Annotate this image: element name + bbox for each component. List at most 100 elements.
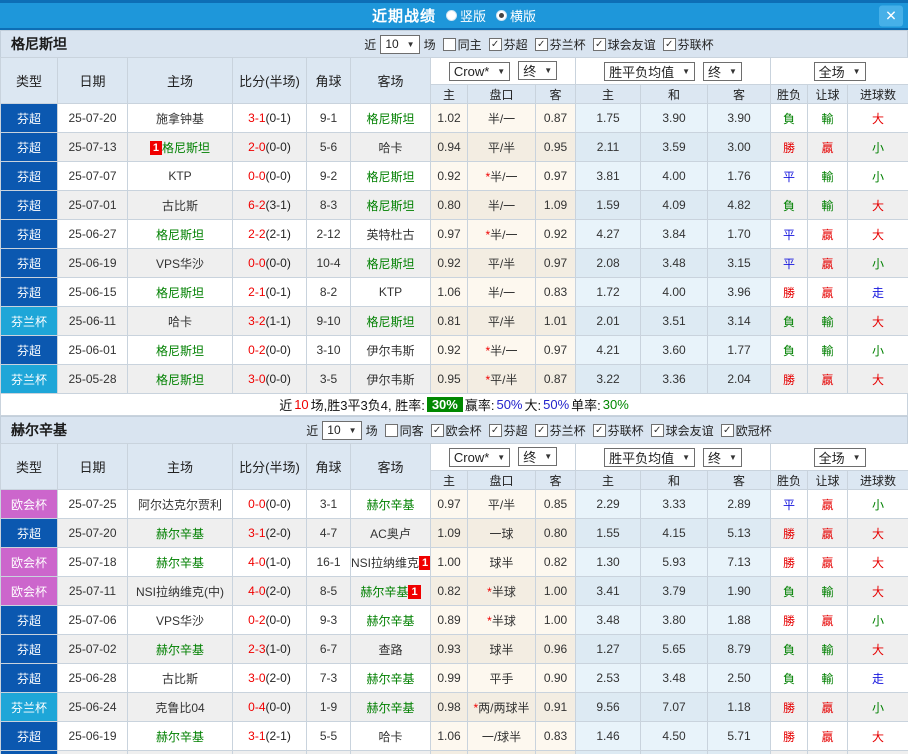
avg-draw: 4.00 <box>640 277 709 307</box>
bookmaker-select-value: Crow* <box>453 64 490 79</box>
away-team: 格尼斯坦 <box>350 248 431 278</box>
result-handicap: 輸 <box>807 161 849 191</box>
avg-win: 1.72 <box>575 277 642 307</box>
away-team: NSI拉纳维克 1 <box>350 547 431 577</box>
result-win-lose: 負 <box>770 190 809 220</box>
away-odds: 0.96 <box>534 634 577 664</box>
avg-win: 1.30 <box>575 547 642 577</box>
away-odds: 0.90 <box>534 663 577 693</box>
match-date: 25-06-11 <box>57 306 128 336</box>
result-win-lose: 負 <box>770 335 809 365</box>
league-checkbox[interactable] <box>488 423 502 437</box>
avg-lose: 3.14 <box>707 306 772 336</box>
same-venue-checkbox[interactable] <box>384 423 398 437</box>
final-odds-select[interactable]: 终 ▼ <box>518 447 558 466</box>
fulltime-score: 0-4 <box>248 700 266 714</box>
result-win-lose: 勝 <box>770 364 809 394</box>
home-odds: 1.06 <box>430 721 468 751</box>
radio-icon[interactable] <box>445 10 457 21</box>
result-goals: 走 <box>847 663 908 693</box>
handicap: 一/球半 <box>467 721 536 751</box>
avg-type-select[interactable]: 胜平负均值 ▼ <box>604 61 696 81</box>
fulltime-select[interactable]: 全场 ▼ <box>813 447 866 467</box>
match-date: 25-07-20 <box>57 518 128 548</box>
away-odds: 0.92 <box>534 219 577 249</box>
match-count-select[interactable]: 10 ▼ <box>322 420 362 440</box>
match-date: 25-07-13 <box>57 132 128 162</box>
corner-score: 1-9 <box>306 692 351 722</box>
avg-draw: 3.81 <box>640 750 709 754</box>
result-goals: 小 <box>847 335 908 365</box>
avg-draw: 5.93 <box>640 547 709 577</box>
home-odds: 0.97 <box>430 219 468 249</box>
away-team-name: 格尼斯坦 <box>366 169 415 184</box>
handicap: *平/半 <box>467 364 536 394</box>
handicap: *半球 <box>467 605 536 635</box>
match-score: 0-0(0-0) <box>232 489 307 519</box>
final-avg-select[interactable]: 终 ▼ <box>703 61 742 81</box>
away-team-name: 赫尔辛基 <box>366 613 415 628</box>
league-checkbox[interactable] <box>650 423 664 437</box>
win-rate-badge: 30% <box>426 397 463 412</box>
fulltime-select[interactable]: 全场 ▼ <box>813 61 866 81</box>
away-team: 查路 <box>350 634 431 664</box>
avg-lose: 1.88 <box>707 605 772 635</box>
league-checkbox[interactable] <box>534 37 548 51</box>
match-count-select[interactable]: 10 ▼ <box>380 34 420 54</box>
league-checkbox[interactable] <box>534 423 548 437</box>
radio-icon[interactable] <box>496 10 507 21</box>
league-checkbox[interactable] <box>662 37 676 51</box>
home-team-name: 赫尔辛基 <box>155 729 204 744</box>
result-goals: 大 <box>847 518 908 548</box>
fulltime-select-value: 全场 <box>818 450 845 466</box>
result-win-lose: 負 <box>770 663 809 693</box>
league-label: 欧冠杯 <box>735 423 772 438</box>
avg-type-select[interactable]: 胜平负均值 ▼ <box>604 447 696 467</box>
result-win-lose: 勝 <box>770 692 809 722</box>
match-row: 芬超 25-06-28 古比斯 3-0(2-0) 7-3 赫尔辛基 0.99 平手 0.90 2.… <box>0 663 908 693</box>
avg-lose: 1.90 <box>707 576 772 606</box>
league-checkbox[interactable] <box>488 37 502 51</box>
column-header-type: 类型 <box>0 57 58 104</box>
result-handicap: 贏 <box>807 547 849 577</box>
layout-radio-horizontal[interactable]: 横版 <box>496 6 536 25</box>
bookmaker-select[interactable]: Crow* ▼ <box>448 62 511 81</box>
result-goals: 走 <box>847 277 908 307</box>
final-avg-select[interactable]: 终 ▼ <box>703 447 742 467</box>
layout-radio-vertical[interactable]: 竖版 <box>445 6 486 25</box>
column-header-avg-draw: 和 <box>640 84 709 104</box>
section-header: 赫尔辛基 近 10 ▼ 场 同客 欧会杯 芬超 芬兰杯 芬联杯 球会友谊 欧冠杯 <box>0 416 908 443</box>
halftime-score: (2-1) <box>265 227 291 241</box>
halftime-score: (2-0) <box>265 526 291 540</box>
league-type-badge: 芬超 <box>0 721 58 751</box>
away-team-name: 赫尔辛基 <box>366 700 415 715</box>
home-odds: 0.94 <box>430 132 468 162</box>
league-type-badge: 芬超 <box>0 219 58 249</box>
avg-win: 2.01 <box>575 306 642 336</box>
fulltime-score: 3-1 <box>248 729 266 743</box>
final-odds-select[interactable]: 终 ▼ <box>518 61 558 80</box>
avg-lose: 1.67 <box>707 750 772 754</box>
final-avg-select-value: 终 <box>708 64 722 80</box>
close-icon[interactable]: ✕ <box>879 5 903 26</box>
league-checkbox[interactable] <box>430 423 444 437</box>
league-checkbox[interactable] <box>720 423 734 437</box>
league-checkbox[interactable] <box>592 423 606 437</box>
result-goals: 大 <box>847 306 908 336</box>
away-odds: 0.82 <box>534 547 577 577</box>
bookmaker-select[interactable]: Crow* ▼ <box>448 448 511 467</box>
fulltime-score: 0-2 <box>248 613 266 627</box>
home-team: KTP <box>127 161 233 191</box>
corner-score: 4-7 <box>306 518 351 548</box>
league-checkbox[interactable] <box>592 37 606 51</box>
avg-win: 2.53 <box>575 663 642 693</box>
away-team-name: 格尼斯坦 <box>366 314 415 329</box>
league-label: 芬超 <box>503 37 528 52</box>
away-team-name: 查路 <box>378 642 403 657</box>
result-handicap: 贏 <box>807 605 849 635</box>
summary-text: 单率: <box>571 398 601 413</box>
result-goals: 小 <box>847 161 908 191</box>
home-team: 格尼斯坦 <box>127 219 233 249</box>
same-venue-checkbox[interactable] <box>442 37 456 51</box>
halftime-score: (1-0) <box>265 555 291 569</box>
